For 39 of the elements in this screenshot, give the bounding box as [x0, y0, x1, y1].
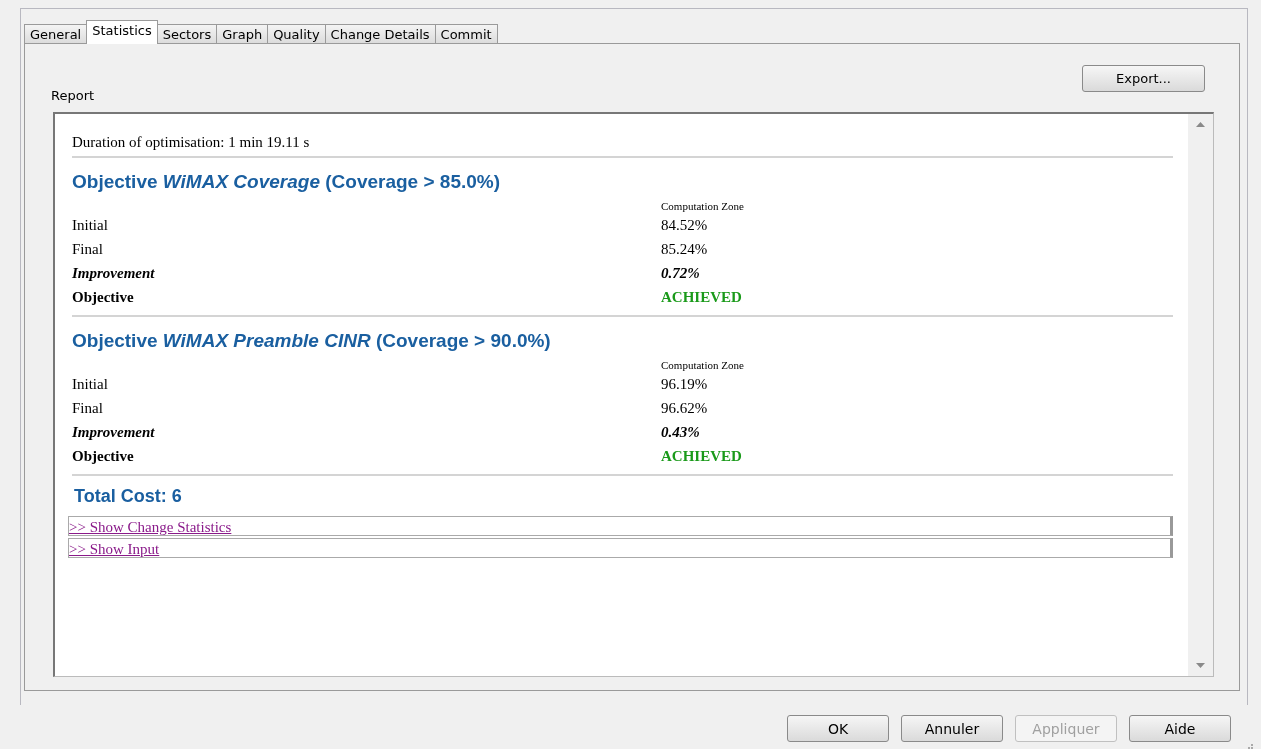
- scrollbar[interactable]: [1188, 114, 1213, 676]
- tab[interactable]: Graph: [216, 24, 269, 43]
- row-label: Improvement: [72, 423, 156, 442]
- dialog-button[interactable]: Aide: [1129, 715, 1231, 742]
- export-button[interactable]: Export...: [1082, 65, 1205, 92]
- row-value: 96.19%: [661, 375, 709, 394]
- dialog-button[interactable]: OK: [787, 715, 889, 742]
- tab[interactable]: Quality: [267, 24, 326, 43]
- row-value: 84.52%: [661, 216, 709, 235]
- objective-heading: Objective WiMAX Coverage (Coverage > 85.0%): [72, 171, 502, 194]
- column-header: Computation Zone: [661, 358, 745, 372]
- row-label: Final: [72, 399, 104, 418]
- status-value: ACHIEVED: [661, 288, 743, 307]
- link[interactable]: >> Show Change Statistics: [69, 519, 232, 535]
- row-label: Initial: [72, 216, 109, 235]
- row-label: Objective: [72, 447, 135, 466]
- scroll-up-icon[interactable]: [1196, 122, 1205, 127]
- row-value: 85.24%: [661, 240, 709, 259]
- column-header: Computation Zone: [661, 199, 745, 213]
- link[interactable]: >> Show Input: [69, 541, 160, 557]
- scroll-down-icon[interactable]: [1196, 663, 1205, 668]
- tab[interactable]: Statistics: [86, 20, 158, 44]
- row-value: 96.62%: [661, 399, 709, 418]
- total-cost: Total Cost: 6: [74, 486, 183, 508]
- row-label: Objective: [72, 288, 135, 307]
- dialog-button[interactable]: Annuler: [901, 715, 1003, 742]
- status-value: ACHIEVED: [661, 447, 743, 466]
- tab[interactable]: Commit: [434, 24, 498, 43]
- tab[interactable]: Change Details: [324, 24, 436, 43]
- objective-heading: Objective WiMAX Preamble CINR (Coverage > 90.0%): [72, 330, 552, 353]
- row-label: Initial: [72, 375, 109, 394]
- tab[interactable]: Sectors: [156, 24, 218, 43]
- tab[interactable]: General: [24, 24, 88, 43]
- row-label: Improvement: [72, 264, 156, 283]
- report-label: Report: [51, 88, 95, 103]
- row-label: Final: [72, 240, 104, 259]
- duration-text: Duration of optimisation: 1 min 19.11 s: [72, 134, 311, 152]
- row-value: 0.43%: [661, 423, 701, 442]
- row-value: 0.72%: [661, 264, 701, 283]
